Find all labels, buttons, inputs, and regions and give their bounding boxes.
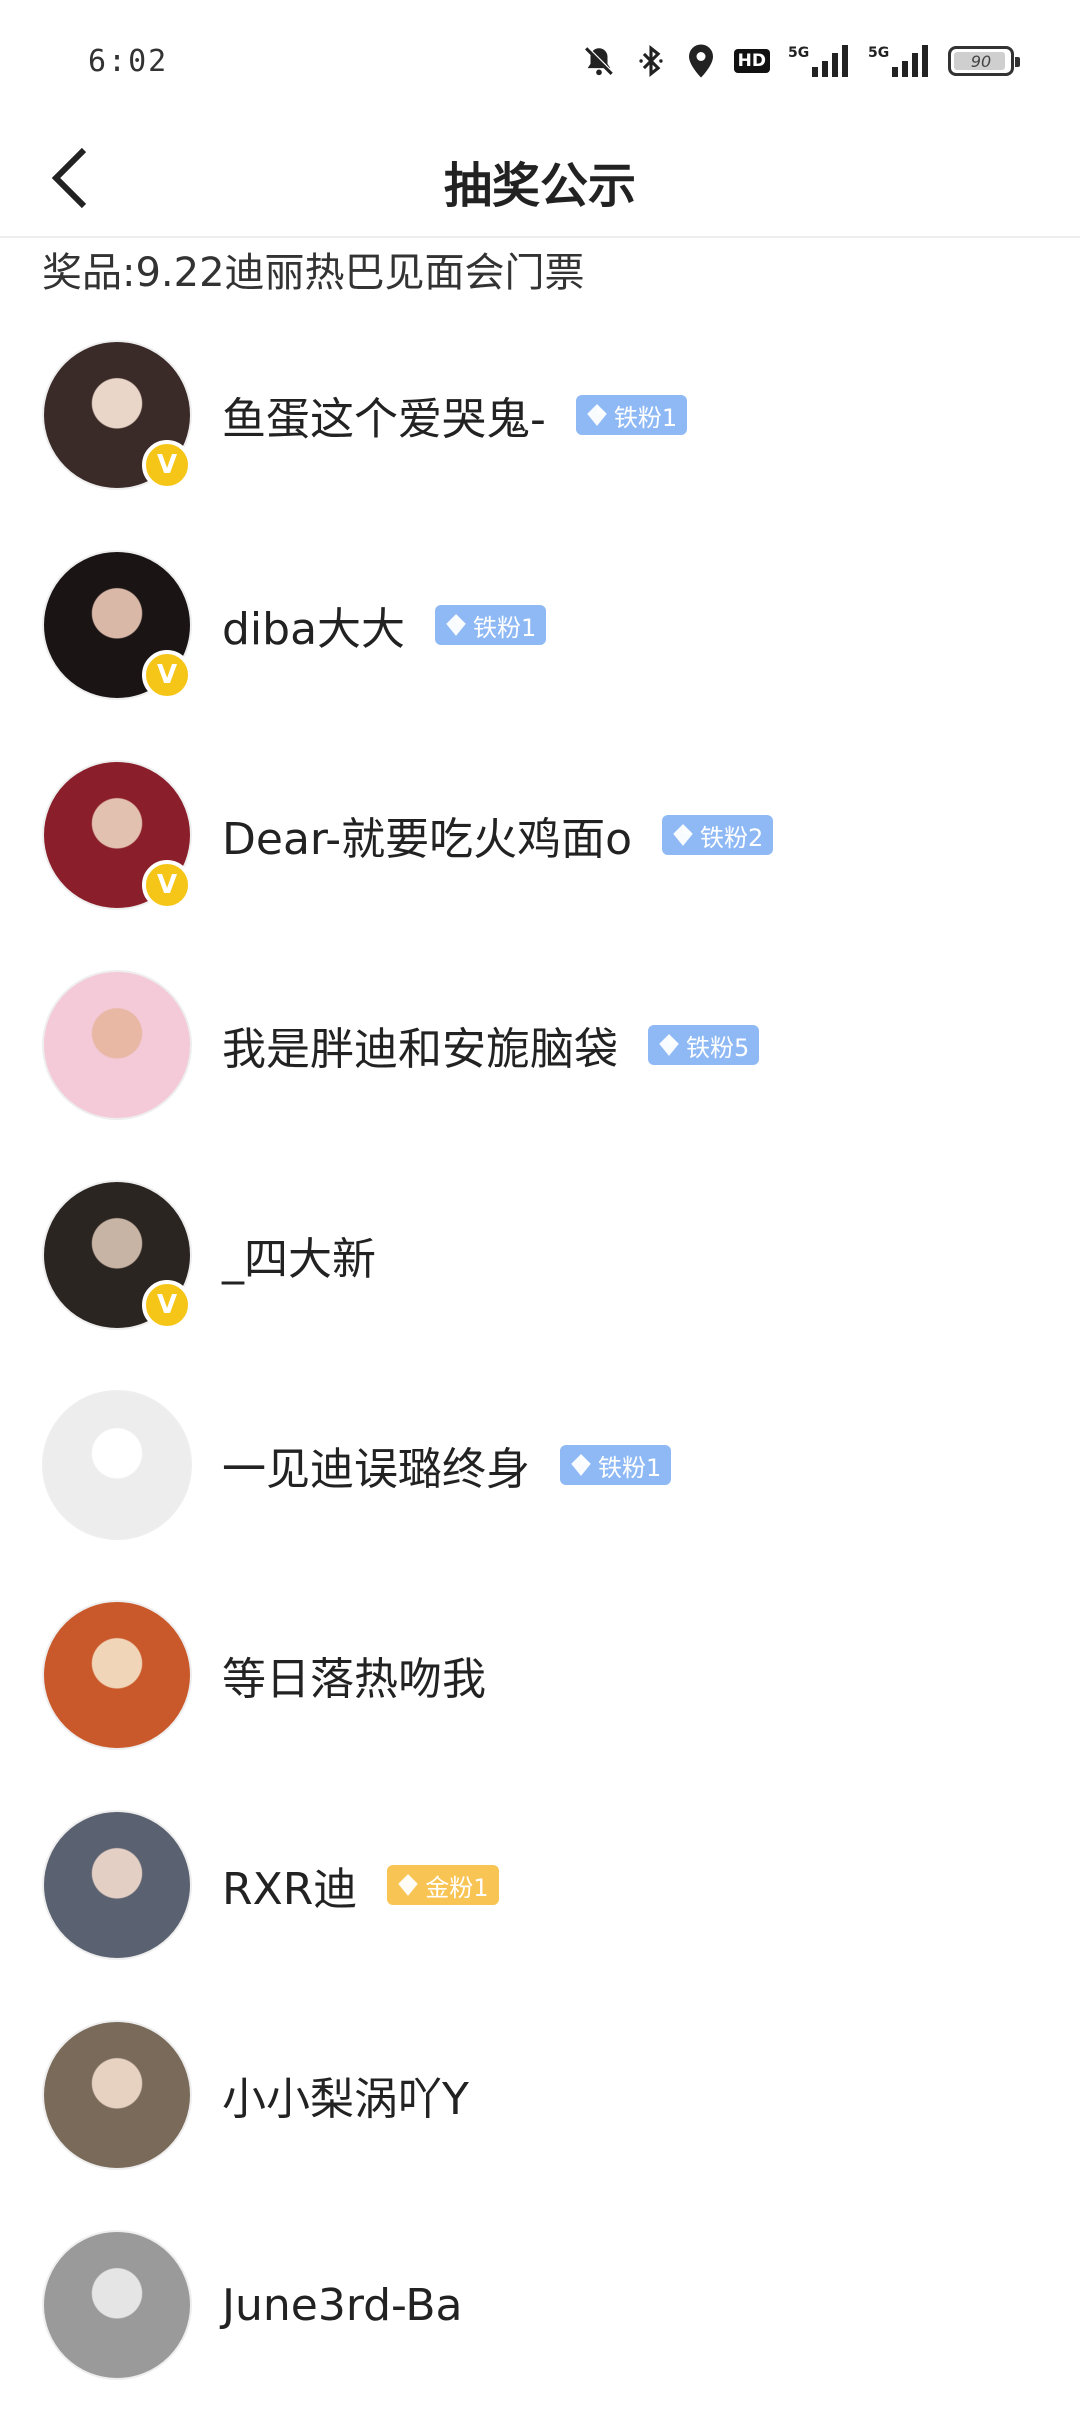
status-bar: 6:02 HD 5G 5G 90 <box>0 0 1080 118</box>
winner-row[interactable]: V Dear-就要吃火鸡面o 铁粉2 <box>0 750 1080 960</box>
winner-info: Dear-就要吃火鸡面o 铁粉2 <box>222 803 774 867</box>
winner-row[interactable]: Vdiba大大 铁粉1 <box>0 540 1080 750</box>
page-title: 抽奖公示 <box>443 158 636 214</box>
verified-icon: V <box>142 440 192 490</box>
avatar[interactable]: V <box>42 760 192 910</box>
svg-text:5G: 5G <box>788 45 809 61</box>
hd-icon: HD <box>733 49 770 73</box>
diamond-icon <box>670 822 696 848</box>
winner-info: diba大大 铁粉1 <box>222 593 547 657</box>
winner-info: 我是胖迪和安旎脑袋 铁粉5 <box>222 1013 760 1077</box>
avatar[interactable] <box>42 2020 192 2170</box>
battery-icon: 90 <box>948 46 1020 76</box>
avatar-image <box>42 2230 192 2380</box>
avatar[interactable] <box>42 1810 192 1960</box>
prize-text: 奖品:9.22迪丽热巴见面会门票 <box>42 250 585 296</box>
diamond-icon <box>656 1032 682 1058</box>
verified-icon: V <box>142 1280 192 1330</box>
winner-name[interactable]: 等日落热吻我 <box>222 1643 486 1707</box>
winner-name[interactable]: _四大新 <box>222 1223 376 1287</box>
gold-gem-icon <box>395 1872 421 1898</box>
fan-badge: 铁粉1 <box>575 395 688 435</box>
signal-5g-secondary-icon: 5G <box>868 43 930 79</box>
verified-icon: V <box>142 650 192 700</box>
winner-info: 小小梨涡吖Y <box>222 2065 469 2125</box>
winner-name[interactable]: 鱼蛋这个爱哭鬼- <box>222 383 546 447</box>
winner-name[interactable]: Dear-就要吃火鸡面o <box>222 803 632 867</box>
winner-info: 等日落热吻我 <box>222 1645 486 1705</box>
winner-list: V 鱼蛋这个爱哭鬼- 铁粉1 Vdiba大大 铁粉1 V Dear-就要吃火鸡面o 铁粉2 我是… <box>0 330 1080 2430</box>
diamond-icon <box>443 612 469 638</box>
avatar[interactable] <box>42 1600 192 1750</box>
mute-icon <box>582 44 616 78</box>
svg-text:5G: 5G <box>868 45 889 61</box>
status-icons: HD 5G 5G 90 <box>582 36 1020 86</box>
fan-badge-label: 铁粉5 <box>686 1033 750 1062</box>
avatar[interactable] <box>42 1390 192 1540</box>
avatar-image <box>42 1810 192 1960</box>
bluetooth-icon <box>634 44 668 78</box>
diamond-icon <box>568 1452 594 1478</box>
winner-info: 鱼蛋这个爱哭鬼- 铁粉1 <box>222 383 688 447</box>
winner-row[interactable]: 小小梨涡吖Y <box>0 2010 1080 2220</box>
verified-icon: V <box>142 860 192 910</box>
fan-badge: 铁粉1 <box>435 605 547 645</box>
status-time: 6:02 <box>88 44 169 79</box>
avatar-image <box>42 1390 192 1540</box>
avatar-image <box>42 970 192 1120</box>
fan-badge: 铁粉5 <box>648 1025 760 1065</box>
winner-info: June3rd-Ba <box>222 2275 463 2335</box>
avatar-image <box>42 2020 192 2170</box>
winner-name[interactable]: June3rd-Ba <box>222 2280 463 2331</box>
winner-row[interactable]: V 鱼蛋这个爱哭鬼- 铁粉1 <box>0 330 1080 540</box>
avatar[interactable] <box>42 970 192 1120</box>
winner-row[interactable]: V _四大新 <box>0 1170 1080 1380</box>
fan-badge: 金粉1 <box>387 1865 499 1905</box>
winner-name[interactable]: RXR迪 <box>222 1853 357 1917</box>
winner-row[interactable]: RXR迪 金粉1 <box>0 1800 1080 2010</box>
winner-info: _四大新 <box>222 1225 376 1285</box>
avatar[interactable]: V <box>42 340 192 490</box>
winner-name[interactable]: 我是胖迪和安旎脑袋 <box>222 1013 618 1077</box>
fan-badge: 铁粉2 <box>662 815 774 855</box>
fan-badge: 铁粉1 <box>560 1445 672 1485</box>
avatar[interactable]: V <box>42 550 192 700</box>
fan-badge-label: 铁粉1 <box>598 1453 662 1482</box>
winner-row[interactable]: 等日落热吻我 <box>0 1590 1080 1800</box>
winner-row[interactable]: 我是胖迪和安旎脑袋 铁粉5 <box>0 960 1080 1170</box>
fan-badge-label: 铁粉1 <box>473 613 537 642</box>
fan-badge-label: 铁粉2 <box>700 823 764 852</box>
location-icon <box>686 43 716 79</box>
fan-badge-label: 金粉1 <box>425 1873 489 1902</box>
winner-row[interactable]: June3rd-Ba <box>0 2220 1080 2430</box>
avatar-image <box>42 1600 192 1750</box>
diamond-icon <box>584 402 610 428</box>
nav-bar: 抽奖公示 <box>0 118 1080 238</box>
winner-name[interactable]: 一见迪误璐终身 <box>222 1433 530 1497</box>
winner-name[interactable]: diba大大 <box>222 593 405 657</box>
winner-name[interactable]: 小小梨涡吖Y <box>222 2063 469 2127</box>
fan-badge-label: 铁粉1 <box>613 403 678 432</box>
winner-info: 一见迪误璐终身 铁粉1 <box>222 1433 672 1497</box>
winner-row[interactable]: 一见迪误璐终身 铁粉1 <box>0 1380 1080 1590</box>
avatar[interactable]: V <box>42 1180 192 1330</box>
winner-info: RXR迪 金粉1 <box>222 1855 499 1915</box>
avatar[interactable] <box>42 2230 192 2380</box>
signal-5g-icon: 5G <box>788 43 850 79</box>
